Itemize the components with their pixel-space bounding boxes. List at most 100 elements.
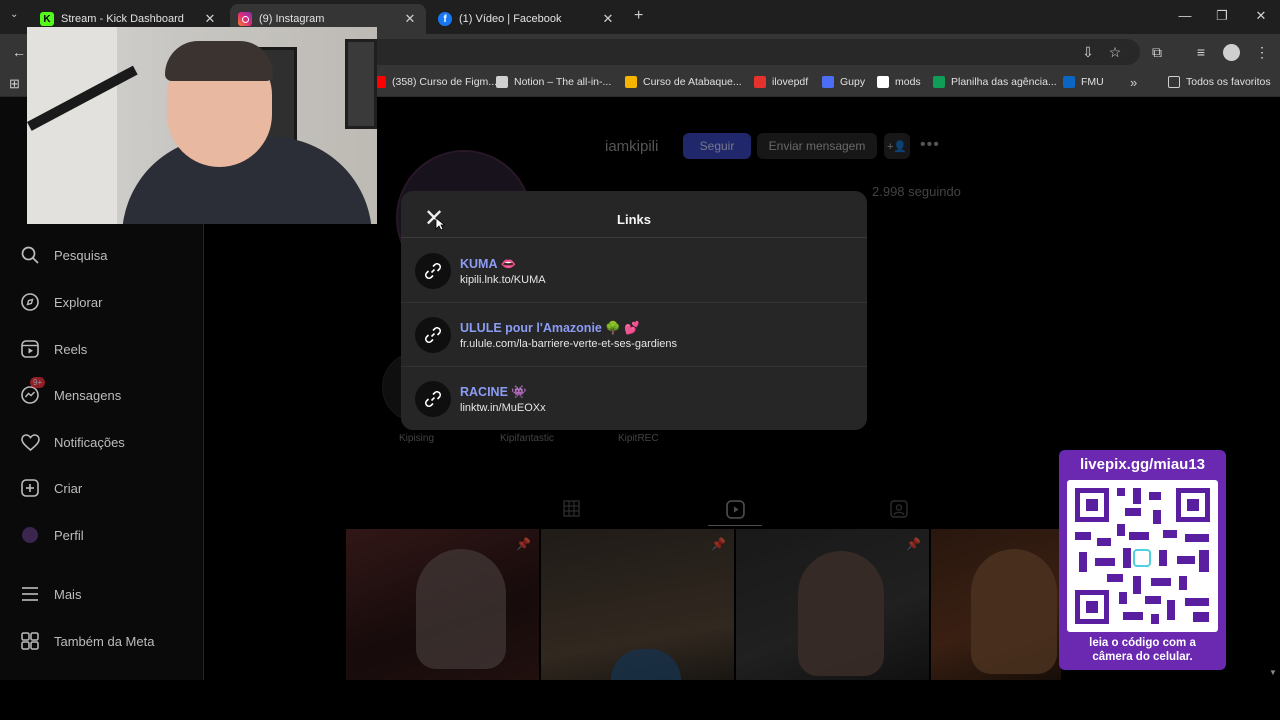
bookmark-label: Gupy — [840, 76, 866, 88]
messenger-icon: 9+ — [20, 377, 46, 405]
bookmark-item[interactable]: Planilha das agência... — [933, 76, 1057, 88]
menu-icon — [20, 584, 40, 604]
notion-icon — [496, 76, 508, 88]
wall-frame — [345, 39, 377, 129]
sidebar-item-label: Mensagens — [54, 387, 122, 403]
gupy-icon — [822, 76, 834, 88]
reels-icon — [20, 339, 40, 359]
mods-icon — [877, 76, 889, 88]
link-title[interactable]: KUMA 👄 — [460, 257, 516, 272]
bookmark-label: mods — [895, 76, 921, 88]
bookmark-item[interactable]: (358) Curso de Figm... — [374, 76, 497, 88]
extensions-icon[interactable]: ⧉ — [1148, 44, 1166, 61]
avatar-icon — [20, 525, 40, 545]
compass-icon — [20, 292, 40, 312]
sidebar-item-search[interactable]: Pesquisa — [20, 245, 107, 265]
qr-caption: leia o código com a câmera do celular. — [1059, 636, 1226, 664]
profile-avatar-icon[interactable] — [1223, 44, 1240, 61]
bookmark-item[interactable]: Notion – The all-in-... — [496, 76, 611, 88]
tab-search-icon[interactable]: ⌄ — [10, 9, 18, 20]
link-icon — [415, 253, 451, 289]
link-title[interactable]: ULULE pour l'Amazonie 🌳 💕 — [460, 321, 640, 336]
sidebar-item-explore[interactable]: Explorar — [20, 292, 102, 312]
bookmark-label: Notion – The all-in-... — [514, 76, 612, 88]
modal-title: Links — [617, 212, 651, 227]
scroll-down-arrow[interactable]: ▼ — [1269, 668, 1277, 677]
browser-menu-icon[interactable]: ⋮ — [1253, 44, 1271, 61]
close-tab-icon[interactable]: ✕ — [202, 11, 218, 27]
sidebar-item-notifications[interactable]: Notificações — [20, 432, 125, 452]
qr-url: livepix.gg/miau13 — [1079, 456, 1206, 473]
sidebar-item-reels[interactable]: Reels — [20, 339, 87, 359]
restore-button[interactable]: ❐ — [1207, 8, 1237, 24]
qr-caption-line: leia o código com a — [1089, 637, 1196, 649]
sidebar-item-more[interactable]: Mais — [20, 584, 81, 604]
person-hair — [165, 41, 273, 81]
sidebar-item-messages[interactable]: 9+ Mensagens — [20, 377, 122, 405]
search-icon — [20, 245, 40, 265]
bookmark-label: FMU — [1081, 76, 1104, 88]
facebook-icon: f — [438, 12, 452, 26]
link-item[interactable]: ULULE pour l'Amazonie 🌳 💕 fr.ulule.com/l… — [401, 303, 867, 367]
link-icon — [415, 317, 451, 353]
folder-icon — [1168, 76, 1180, 88]
install-app-icon[interactable]: ⇩ — [1079, 44, 1097, 61]
sidebar-item-label: Notificações — [54, 434, 125, 450]
sidebar-item-label: Mais — [54, 586, 82, 602]
back-icon[interactable]: ← — [10, 44, 28, 60]
bookmark-label: Curso de Atabaque... — [643, 76, 742, 88]
linkedin-icon — [1063, 76, 1075, 88]
close-tab-icon[interactable]: ✕ — [600, 11, 616, 27]
tab-title: Stream - Kick Dashboard — [61, 13, 184, 25]
livepix-qr-card: livepix.gg/miau13 leia o código com a câ… — [1059, 450, 1226, 670]
bookmark-label: (358) Curso de Figm... — [392, 76, 498, 88]
bookmark-item[interactable]: ilovepdf — [754, 76, 808, 88]
tab-title: (1) Vídeo | Facebook — [459, 13, 562, 25]
ilovepdf-icon — [754, 76, 766, 88]
window-close-button[interactable]: ✕ — [1246, 8, 1276, 24]
sidebar-item-label: Reels — [54, 341, 88, 357]
bottom-strip — [0, 680, 1280, 720]
links-modal: ✕ Links KUMA 👄 kipili.lnk.to/KUMA ULULE … — [401, 191, 867, 430]
meta-icon — [20, 631, 40, 651]
link-url[interactable]: kipili.lnk.to/KUMA — [460, 274, 546, 286]
sidebar-item-label: Explorar — [54, 294, 103, 310]
sidebar-item-label: Também da Meta — [54, 633, 155, 649]
bookmarks-overflow-button[interactable]: » — [1130, 75, 1137, 90]
sidebar-item-create[interactable]: Criar — [20, 478, 82, 498]
plus-square-icon — [20, 478, 40, 498]
close-tab-icon[interactable]: ✕ — [402, 11, 418, 27]
bookmark-label: Todos os favoritos — [1186, 76, 1271, 88]
media-control-icon[interactable]: ≡ — [1192, 44, 1210, 60]
bookmark-label: ilovepdf — [772, 76, 809, 88]
sidebar-item-label: Criar — [54, 480, 83, 496]
sidebar-item-meta[interactable]: Também da Meta — [20, 631, 154, 651]
link-icon — [415, 381, 451, 417]
sidebar-item-label: Pesquisa — [54, 247, 108, 263]
all-favorites-button[interactable]: Todos os favoritos — [1168, 76, 1271, 88]
heart-icon — [20, 432, 40, 452]
minimize-button[interactable]: — — [1170, 8, 1200, 23]
link-title[interactable]: RACINE 👾 — [460, 385, 527, 400]
new-tab-button[interactable]: + — [634, 7, 643, 25]
bookmark-item[interactable]: Curso de Atabaque... — [625, 76, 742, 88]
tab-facebook[interactable]: f (1) Vídeo | Facebook ✕ — [430, 4, 624, 34]
link-url[interactable]: fr.ulule.com/la-barriere-verte-et-ses-ga… — [460, 338, 677, 350]
apps-grid-icon[interactable]: ⊞ — [9, 76, 20, 92]
qr-code-graphic — [1075, 488, 1210, 624]
unread-badge: 9+ — [30, 377, 46, 388]
bookmark-item[interactable]: FMU — [1063, 76, 1104, 88]
link-url[interactable]: linktw.in/MuEOXx — [460, 402, 546, 414]
qr-caption-line: câmera do celular. — [1092, 651, 1193, 663]
instagram-icon — [238, 12, 252, 26]
link-item[interactable]: RACINE 👾 linktw.in/MuEOXx — [401, 367, 867, 431]
kick-icon: K — [40, 12, 54, 26]
bookmark-star-icon[interactable]: ☆ — [1106, 44, 1124, 61]
tab-title: (9) Instagram — [259, 13, 325, 25]
bookmark-item[interactable]: Gupy — [822, 76, 865, 88]
sidebar-item-profile[interactable]: Perfil — [20, 525, 84, 545]
bookmark-item[interactable]: mods — [877, 76, 921, 88]
link-item[interactable]: KUMA 👄 kipili.lnk.to/KUMA — [401, 239, 867, 303]
sheets-icon — [933, 76, 945, 88]
modal-header: ✕ Links — [401, 191, 867, 238]
